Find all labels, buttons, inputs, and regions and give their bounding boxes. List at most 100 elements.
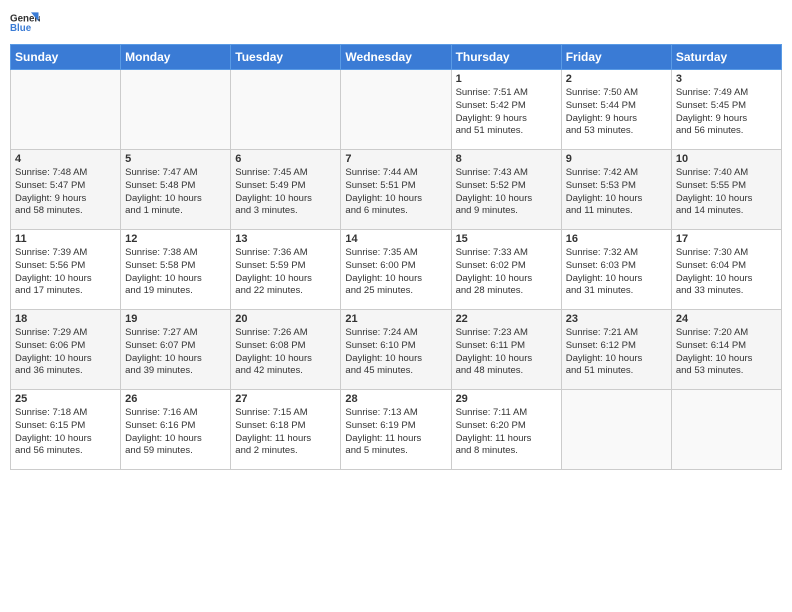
day-info: Sunrise: 7:38 AM Sunset: 5:58 PM Dayligh… bbox=[125, 247, 226, 298]
logo: General Blue bbox=[10, 10, 40, 38]
day-number: 8 bbox=[456, 153, 557, 165]
day-info: Sunrise: 7:43 AM Sunset: 5:52 PM Dayligh… bbox=[456, 167, 557, 218]
day-info: Sunrise: 7:42 AM Sunset: 5:53 PM Dayligh… bbox=[566, 167, 667, 218]
day-number: 19 bbox=[125, 313, 226, 325]
calendar-cell: 18 Sunrise: 7:29 AM Sunset: 6:06 PM Dayli… bbox=[11, 310, 121, 390]
calendar-cell bbox=[121, 70, 231, 150]
day-header-friday: Friday bbox=[561, 45, 671, 70]
calendar-cell: 20 Sunrise: 7:26 AM Sunset: 6:08 PM Dayli… bbox=[231, 310, 341, 390]
week-row-1: 1 Sunrise: 7:51 AM Sunset: 5:42 PM Daylig… bbox=[11, 70, 782, 150]
day-number: 29 bbox=[456, 393, 557, 405]
calendar-cell: 1 Sunrise: 7:51 AM Sunset: 5:42 PM Daylig… bbox=[451, 70, 561, 150]
week-row-5: 25 Sunrise: 7:18 AM Sunset: 6:15 PM Dayli… bbox=[11, 390, 782, 470]
calendar-cell bbox=[671, 390, 781, 470]
calendar-cell: 29Sunrise: 7:11 AM Sunset: 6:20 PM Dayli… bbox=[451, 390, 561, 470]
day-info: Sunrise: 7:21 AM Sunset: 6:12 PM Dayligh… bbox=[566, 327, 667, 378]
calendar-cell: 19 Sunrise: 7:27 AM Sunset: 6:07 PM Dayli… bbox=[121, 310, 231, 390]
day-info: Sunrise: 7:35 AM Sunset: 6:00 PM Dayligh… bbox=[345, 247, 446, 298]
day-info: Sunrise: 7:39 AM Sunset: 5:56 PM Dayligh… bbox=[15, 247, 116, 298]
day-number: 28 bbox=[345, 393, 446, 405]
day-info: Sunrise: 7:24 AM Sunset: 6:10 PM Dayligh… bbox=[345, 327, 446, 378]
day-header-saturday: Saturday bbox=[671, 45, 781, 70]
day-info: Sunrise: 7:16 AM Sunset: 6:16 PM Dayligh… bbox=[125, 407, 226, 458]
calendar-cell: 26Sunrise: 7:16 AM Sunset: 6:16 PM Dayli… bbox=[121, 390, 231, 470]
calendar-cell: 23 Sunrise: 7:21 AM Sunset: 6:12 PM Dayli… bbox=[561, 310, 671, 390]
calendar-cell: 2 Sunrise: 7:50 AM Sunset: 5:44 PM Daylig… bbox=[561, 70, 671, 150]
day-header-monday: Monday bbox=[121, 45, 231, 70]
day-info: Sunrise: 7:32 AM Sunset: 6:03 PM Dayligh… bbox=[566, 247, 667, 298]
day-info: Sunrise: 7:47 AM Sunset: 5:48 PM Dayligh… bbox=[125, 167, 226, 218]
day-number: 7 bbox=[345, 153, 446, 165]
day-info: Sunrise: 7:30 AM Sunset: 6:04 PM Dayligh… bbox=[676, 247, 777, 298]
calendar-cell: 11 Sunrise: 7:39 AM Sunset: 5:56 PM Dayli… bbox=[11, 230, 121, 310]
day-info: Sunrise: 7:26 AM Sunset: 6:08 PM Dayligh… bbox=[235, 327, 336, 378]
day-number: 11 bbox=[15, 233, 116, 245]
day-number: 24 bbox=[676, 313, 777, 325]
day-number: 9 bbox=[566, 153, 667, 165]
day-info: Sunrise: 7:33 AM Sunset: 6:02 PM Dayligh… bbox=[456, 247, 557, 298]
day-info: Sunrise: 7:40 AM Sunset: 5:55 PM Dayligh… bbox=[676, 167, 777, 218]
day-info: Sunrise: 7:15 AM Sunset: 6:18 PM Dayligh… bbox=[235, 407, 336, 458]
day-info: Sunrise: 7:29 AM Sunset: 6:06 PM Dayligh… bbox=[15, 327, 116, 378]
day-number: 12 bbox=[125, 233, 226, 245]
calendar-cell: 22 Sunrise: 7:23 AM Sunset: 6:11 PM Dayli… bbox=[451, 310, 561, 390]
day-info: Sunrise: 7:44 AM Sunset: 5:51 PM Dayligh… bbox=[345, 167, 446, 218]
day-header-tuesday: Tuesday bbox=[231, 45, 341, 70]
week-row-3: 11 Sunrise: 7:39 AM Sunset: 5:56 PM Dayli… bbox=[11, 230, 782, 310]
day-number: 17 bbox=[676, 233, 777, 245]
calendar-cell: 10 Sunrise: 7:40 AM Sunset: 5:55 PM Dayli… bbox=[671, 150, 781, 230]
week-row-2: 4 Sunrise: 7:48 AM Sunset: 5:47 PM Daylig… bbox=[11, 150, 782, 230]
day-number: 22 bbox=[456, 313, 557, 325]
calendar-cell: 28Sunrise: 7:13 AM Sunset: 6:19 PM Dayli… bbox=[341, 390, 451, 470]
day-number: 21 bbox=[345, 313, 446, 325]
day-header-wednesday: Wednesday bbox=[341, 45, 451, 70]
day-info: Sunrise: 7:36 AM Sunset: 5:59 PM Dayligh… bbox=[235, 247, 336, 298]
week-row-4: 18 Sunrise: 7:29 AM Sunset: 6:06 PM Dayli… bbox=[11, 310, 782, 390]
day-info: Sunrise: 7:51 AM Sunset: 5:42 PM Dayligh… bbox=[456, 87, 557, 138]
calendar-cell: 27 Sunrise: 7:15 AM Sunset: 6:18 PM Dayli… bbox=[231, 390, 341, 470]
day-number: 3 bbox=[676, 73, 777, 85]
day-info: Sunrise: 7:50 AM Sunset: 5:44 PM Dayligh… bbox=[566, 87, 667, 138]
calendar-cell: 9 Sunrise: 7:42 AM Sunset: 5:53 PM Daylig… bbox=[561, 150, 671, 230]
calendar-cell bbox=[561, 390, 671, 470]
day-number: 16 bbox=[566, 233, 667, 245]
calendar-cell: 15 Sunrise: 7:33 AM Sunset: 6:02 PM Dayli… bbox=[451, 230, 561, 310]
day-number: 15 bbox=[456, 233, 557, 245]
day-number: 20 bbox=[235, 313, 336, 325]
calendar-cell: 7 Sunrise: 7:44 AM Sunset: 5:51 PM Daylig… bbox=[341, 150, 451, 230]
day-info: Sunrise: 7:49 AM Sunset: 5:45 PM Dayligh… bbox=[676, 87, 777, 138]
day-info: Sunrise: 7:48 AM Sunset: 5:47 PM Dayligh… bbox=[15, 167, 116, 218]
day-number: 5 bbox=[125, 153, 226, 165]
calendar-table: SundayMondayTuesdayWednesdayThursdayFrid… bbox=[10, 44, 782, 470]
calendar-cell: 14Sunrise: 7:35 AM Sunset: 6:00 PM Dayli… bbox=[341, 230, 451, 310]
day-info: Sunrise: 7:20 AM Sunset: 6:14 PM Dayligh… bbox=[676, 327, 777, 378]
day-info: Sunrise: 7:45 AM Sunset: 5:49 PM Dayligh… bbox=[235, 167, 336, 218]
calendar-cell: 13 Sunrise: 7:36 AM Sunset: 5:59 PM Dayli… bbox=[231, 230, 341, 310]
calendar-cell: 5 Sunrise: 7:47 AM Sunset: 5:48 PM Daylig… bbox=[121, 150, 231, 230]
day-number: 23 bbox=[566, 313, 667, 325]
calendar-cell bbox=[231, 70, 341, 150]
day-number: 13 bbox=[235, 233, 336, 245]
calendar-cell bbox=[11, 70, 121, 150]
calendar-cell: 16 Sunrise: 7:32 AM Sunset: 6:03 PM Dayli… bbox=[561, 230, 671, 310]
calendar-cell: 17 Sunrise: 7:30 AM Sunset: 6:04 PM Dayli… bbox=[671, 230, 781, 310]
day-number: 4 bbox=[15, 153, 116, 165]
day-number: 1 bbox=[456, 73, 557, 85]
calendar-cell: 12 Sunrise: 7:38 AM Sunset: 5:58 PM Dayli… bbox=[121, 230, 231, 310]
day-info: Sunrise: 7:23 AM Sunset: 6:11 PM Dayligh… bbox=[456, 327, 557, 378]
calendar-cell: 24 Sunrise: 7:20 AM Sunset: 6:14 PM Dayli… bbox=[671, 310, 781, 390]
day-number: 25 bbox=[15, 393, 116, 405]
calendar-cell: 3 Sunrise: 7:49 AM Sunset: 5:45 PM Daylig… bbox=[671, 70, 781, 150]
day-number: 18 bbox=[15, 313, 116, 325]
day-number: 2 bbox=[566, 73, 667, 85]
day-number: 27 bbox=[235, 393, 336, 405]
day-header-sunday: Sunday bbox=[11, 45, 121, 70]
day-number: 10 bbox=[676, 153, 777, 165]
day-info: Sunrise: 7:18 AM Sunset: 6:15 PM Dayligh… bbox=[15, 407, 116, 458]
calendar-cell: 4 Sunrise: 7:48 AM Sunset: 5:47 PM Daylig… bbox=[11, 150, 121, 230]
calendar-cell: 8 Sunrise: 7:43 AM Sunset: 5:52 PM Daylig… bbox=[451, 150, 561, 230]
calendar-cell: 6 Sunrise: 7:45 AM Sunset: 5:49 PM Daylig… bbox=[231, 150, 341, 230]
day-number: 6 bbox=[235, 153, 336, 165]
day-info: Sunrise: 7:27 AM Sunset: 6:07 PM Dayligh… bbox=[125, 327, 226, 378]
calendar-cell: 25 Sunrise: 7:18 AM Sunset: 6:15 PM Dayli… bbox=[11, 390, 121, 470]
